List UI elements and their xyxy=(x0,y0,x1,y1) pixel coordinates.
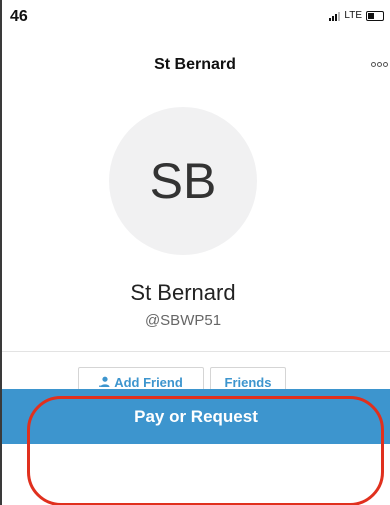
page-title: St Bernard xyxy=(154,56,236,73)
status-indicators: LTE xyxy=(329,10,384,21)
profile-screen: 46 LTE St Bernard SB St Bernard @SBWP51 xyxy=(0,0,390,505)
status-time: 46 xyxy=(10,8,28,25)
profile-name: St Bernard xyxy=(130,280,236,305)
pay-or-request-button[interactable]: Pay or Request xyxy=(2,389,390,444)
avatar-initials: SB xyxy=(149,153,217,209)
avatar: SB xyxy=(109,107,257,255)
person-plus-icon xyxy=(99,376,110,387)
status-bar: 46 LTE xyxy=(0,0,390,36)
signal-icon xyxy=(329,11,341,21)
more-options-icon[interactable] xyxy=(371,62,388,67)
add-friend-label: Add Friend xyxy=(114,374,183,390)
pay-or-request-label: Pay or Request xyxy=(134,406,258,426)
battery-fill xyxy=(368,12,374,19)
nav-header: St Bernard xyxy=(0,56,390,74)
profile-handle: @SBWP51 xyxy=(144,312,222,329)
network-label: LTE xyxy=(344,10,362,21)
friends-label: Friends xyxy=(224,374,272,390)
battery-icon xyxy=(366,10,384,21)
divider xyxy=(2,351,390,352)
